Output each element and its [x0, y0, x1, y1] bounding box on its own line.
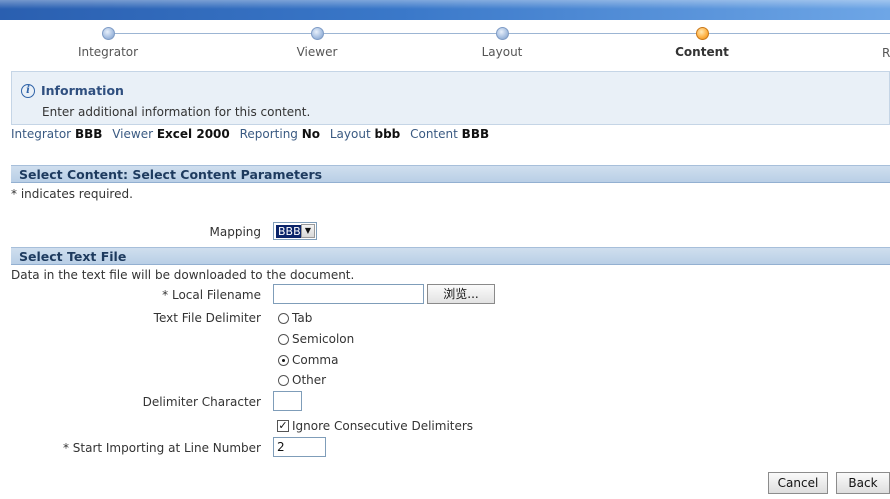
train-step-layout[interactable]: Layout [442, 27, 562, 59]
step-dot-icon [495, 27, 509, 40]
radio-comma[interactable]: Comma [278, 353, 338, 367]
summary-value: BBB [461, 127, 490, 141]
step-label: Content [675, 45, 729, 59]
checkbox-checked-icon[interactable]: ✓ [277, 420, 289, 432]
summary-key: Viewer [112, 127, 154, 141]
summary-value: bbb [374, 127, 401, 141]
radio-button-icon[interactable] [278, 333, 289, 345]
start-line-input[interactable] [273, 437, 326, 457]
radio-label: Comma [292, 353, 339, 367]
radio-label: Tab [292, 311, 313, 325]
train-step-content: Content [642, 27, 762, 59]
summary-key: Content [410, 127, 458, 141]
info-message: Enter additional information for this co… [42, 105, 311, 119]
section-header-text-file: Select Text File [11, 247, 890, 265]
summary-key: Reporting [239, 127, 298, 141]
chevron-down-icon[interactable]: ▼ [301, 224, 315, 238]
mapping-selected-value: BBB [276, 224, 303, 238]
radio-label: Other [292, 373, 327, 387]
information-box: i Information Enter additional informati… [11, 71, 890, 125]
mapping-label: Mapping [209, 225, 262, 239]
local-filename-label: * Local Filename [162, 288, 261, 302]
info-icon: i [21, 83, 35, 98]
ignore-consecutive-checkbox-row[interactable]: ✓ Ignore Consecutive Delimiters [277, 419, 473, 433]
start-line-label: * Start Importing at Line Number [62, 441, 261, 455]
section-header-content-params: Select Content: Select Content Parameter… [11, 165, 890, 183]
section-title: Select Text File [19, 249, 127, 264]
summary-key: Integrator [11, 127, 72, 141]
delimiter-character-label: Delimiter Character [142, 395, 261, 409]
summary-value: BBB [74, 127, 103, 141]
step-label: Integrator [77, 45, 139, 59]
step-dot-icon [101, 27, 115, 40]
train-step-viewer[interactable]: Viewer [257, 27, 377, 59]
train-step-integrator[interactable]: Integrator [48, 27, 168, 59]
back-button[interactable]: Back [836, 472, 890, 494]
delimiter-label: Text File Delimiter [153, 311, 261, 325]
radio-tab[interactable]: Tab [278, 311, 312, 325]
text-file-description: Data in the text file will be downloaded… [11, 268, 355, 282]
step-label: Viewer [296, 45, 338, 59]
process-train: Integrator Viewer Layout Content R [0, 20, 890, 62]
required-note: * indicates required. [11, 187, 133, 201]
radio-button-selected-icon[interactable] [278, 354, 289, 366]
step-label: Layout [481, 45, 523, 59]
radio-label: Semicolon [292, 332, 355, 346]
summary-value: Excel 2000 [156, 127, 230, 141]
radio-semicolon[interactable]: Semicolon [278, 332, 354, 346]
info-title: Information [41, 83, 124, 98]
checkbox-label: Ignore Consecutive Delimiters [292, 419, 474, 433]
train-step-next-partial: R [882, 46, 890, 60]
section-title: Select Content: Select Content Parameter… [19, 167, 323, 182]
browse-button[interactable]: 浏览... [427, 284, 495, 304]
radio-button-icon[interactable] [278, 374, 289, 386]
top-banner [0, 0, 890, 20]
local-filename-input[interactable] [273, 284, 424, 304]
mapping-select[interactable]: BBB ▼ [273, 222, 317, 240]
radio-button-icon[interactable] [278, 312, 289, 324]
radio-other[interactable]: Other [278, 373, 326, 387]
summary-value: No [301, 127, 321, 141]
step-dot-icon [310, 27, 324, 40]
delimiter-character-input[interactable] [273, 391, 302, 411]
step-dot-active-icon [695, 27, 709, 40]
selection-summary: Integrator BBB Viewer Excel 2000 Reporti… [11, 127, 495, 141]
summary-key: Layout [329, 127, 371, 141]
cancel-button[interactable]: Cancel [768, 472, 828, 494]
